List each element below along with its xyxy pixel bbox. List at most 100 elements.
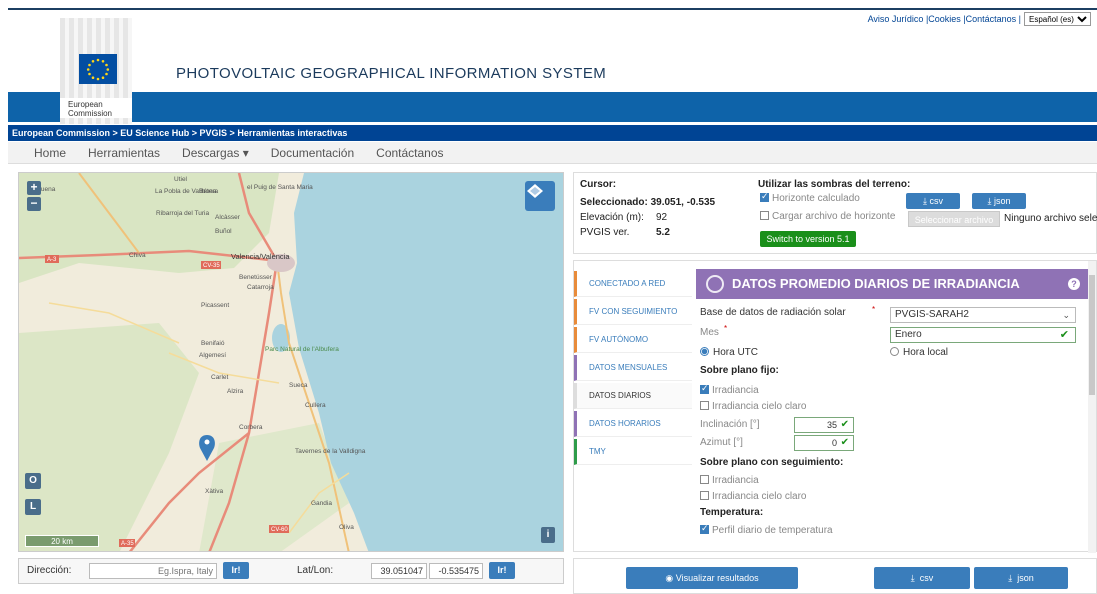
map-o-button[interactable]: O	[25, 473, 41, 489]
irradiance-checkbox[interactable]	[700, 383, 709, 394]
address-go-button[interactable]: Ir!	[223, 562, 249, 579]
tracking-clear-sky-label: Irradiancia cielo claro	[712, 491, 807, 502]
horizon-json-button[interactable]: ⤓ json	[972, 193, 1026, 209]
tracking-irradiance-label: Irradiancia	[712, 475, 759, 486]
cursor-label: Cursor:	[580, 179, 617, 190]
db-select-value: PVGIS-SARAH2	[895, 309, 969, 320]
check-icon: ✔	[1059, 329, 1069, 341]
scrollbar-thumb[interactable]	[1089, 275, 1095, 395]
address-input[interactable]	[89, 563, 217, 579]
tracking-irradiance-checkbox[interactable]	[700, 475, 709, 484]
tracking-clear-sky-checkbox[interactable]	[700, 491, 709, 500]
site-title: PHOTOVOLTAIC GEOGRAPHICAL INFORMATION SY…	[176, 65, 607, 82]
lat-input[interactable]	[371, 563, 427, 579]
latlon-go-button[interactable]: Ir!	[489, 562, 515, 579]
form-title: DATOS PROMEDIO DIARIOS DE IRRADIANCIA ?	[696, 269, 1090, 299]
load-horizon-label: Cargar archivo de horizonte	[772, 211, 896, 222]
local-time-label: Hora local	[903, 347, 949, 358]
map-scale: 20 km	[25, 535, 99, 547]
map-label: Chiva	[129, 252, 146, 259]
version-label: PVGIS ver.	[580, 227, 630, 238]
top-links-text[interactable]: Aviso Jurídico |Cookies |Contáctanos |	[868, 14, 1021, 24]
horizon-csv-label: csv	[929, 196, 943, 206]
results-csv-button[interactable]: ⤓ csv	[874, 567, 970, 589]
map-label: Gandia	[311, 500, 332, 507]
switch-version-button[interactable]: Switch to version 5.1	[760, 231, 856, 247]
road-label: A-35	[121, 541, 134, 547]
db-select[interactable]: PVGIS-SARAH2 ⌄	[890, 307, 1076, 323]
db-label: Base de datos de radiación solar	[700, 307, 846, 318]
month-select[interactable]: Enero ✔	[890, 327, 1076, 343]
zoom-out-button[interactable]: −	[27, 197, 41, 211]
local-time-radio[interactable]	[890, 347, 899, 356]
load-horizon-checkbox[interactable]	[760, 211, 769, 220]
road-label: CV-35	[203, 263, 220, 269]
map-label: Oliva	[339, 524, 354, 531]
breadcrumb[interactable]: European Commission > EU Science Hub > P…	[8, 125, 1097, 141]
map-label: Alcàsser	[215, 214, 241, 221]
form-scrollbar[interactable]	[1088, 261, 1096, 553]
check-icon: ✔	[840, 437, 849, 448]
language-select[interactable]: Español (es)	[1024, 12, 1091, 26]
tab-grid-connected[interactable]: CONECTADO A RED	[574, 271, 692, 297]
layers-icon	[527, 184, 543, 198]
help-icon[interactable]: ?	[1068, 278, 1080, 290]
selected-value: 39.051, -0.535	[650, 197, 716, 208]
temperature-title: Temperatura:	[700, 507, 764, 518]
tab-hourly-data[interactable]: DATOS HORARIOS	[574, 411, 692, 437]
road-label: A-3	[47, 257, 57, 263]
visualize-label: Visualizar resultados	[675, 573, 759, 583]
temp-profile-checkbox[interactable]	[700, 523, 709, 534]
nav-home[interactable]: Home	[34, 146, 66, 160]
tab-tracking-pv[interactable]: FV CON SEGUIMIENTO	[574, 299, 692, 325]
tab-daily-data[interactable]: DATOS DIARIOS	[574, 383, 692, 409]
elevation-value: 92	[656, 212, 668, 223]
ec-logo[interactable]: European Commission	[60, 18, 132, 124]
slope-value: 35	[826, 420, 837, 430]
layers-button[interactable]	[525, 181, 555, 211]
lon-input[interactable]	[429, 563, 483, 579]
calc-horizon-checkbox[interactable]	[760, 191, 769, 202]
map-l-button[interactable]: L	[25, 499, 41, 515]
utc-radio[interactable]	[700, 347, 709, 356]
select-file-button[interactable]: Seleccionar archivo	[908, 211, 1000, 227]
map-label: Benifaió	[201, 340, 225, 347]
tool-tabs: CONECTADO A RED FV CON SEGUIMIENTO FV AU…	[574, 261, 692, 553]
calc-horizon-label: Horizonte calculado	[772, 193, 860, 204]
zoom-in-button[interactable]: +	[27, 181, 41, 195]
horizon-csv-button[interactable]: ⤓ csv	[906, 193, 960, 209]
tab-monthly-data[interactable]: DATOS MENSUALES	[574, 355, 692, 381]
nav-contact[interactable]: Contáctanos	[376, 146, 443, 160]
results-json-button[interactable]: ⤓ json	[974, 567, 1068, 589]
visualize-button[interactable]: ◉ Visualizar resultados	[626, 567, 798, 589]
horizon-json-label: json	[993, 196, 1011, 206]
header: Aviso Jurídico |Cookies |Contáctanos | E…	[8, 10, 1097, 92]
slope-input[interactable]: 35 ✔	[794, 417, 854, 433]
nav-tools[interactable]: Herramientas	[88, 146, 160, 160]
tab-tmy[interactable]: TMY	[574, 439, 692, 465]
nav-downloads[interactable]: Descargas ▾	[182, 146, 249, 160]
actions-bar: ◉ Visualizar resultados ⤓ csv ⤓ json	[573, 558, 1097, 594]
clear-sky-checkbox[interactable]	[700, 401, 709, 410]
nav-documentation[interactable]: Documentación	[271, 146, 354, 160]
selected-label: Seleccionado:	[580, 197, 648, 208]
azimuth-value: 0	[831, 438, 837, 448]
map-label: Carlet	[211, 374, 229, 381]
month-label: Mes	[700, 327, 719, 338]
map-label: Cullera	[305, 402, 326, 409]
map-label: Benetússer	[239, 274, 273, 281]
tab-off-grid[interactable]: FV AUTÓNOMO	[574, 327, 692, 353]
map-label: Corbera	[239, 424, 263, 431]
road-label: CV-60	[271, 527, 288, 533]
map[interactable]: Utiel La Pobla de Vallbona Bétera el Pui…	[18, 172, 564, 552]
map-label: Valencia/València	[231, 252, 290, 261]
form-title-text: DATOS PROMEDIO DIARIOS DE IRRADIANCIA	[732, 276, 1020, 291]
results-csv-label: csv	[919, 573, 934, 583]
map-label: Parc Natural de l'Albufera	[265, 346, 339, 353]
azimuth-input[interactable]: 0 ✔	[794, 435, 854, 451]
map-info-button[interactable]: i	[541, 527, 555, 543]
logo-text-line-1: European	[68, 100, 103, 109]
map-label: Ribarroja del Turia	[156, 210, 209, 217]
check-icon: ✔	[840, 419, 849, 430]
tool-panel: CONECTADO A RED FV CON SEGUIMIENTO FV AU…	[573, 260, 1097, 553]
